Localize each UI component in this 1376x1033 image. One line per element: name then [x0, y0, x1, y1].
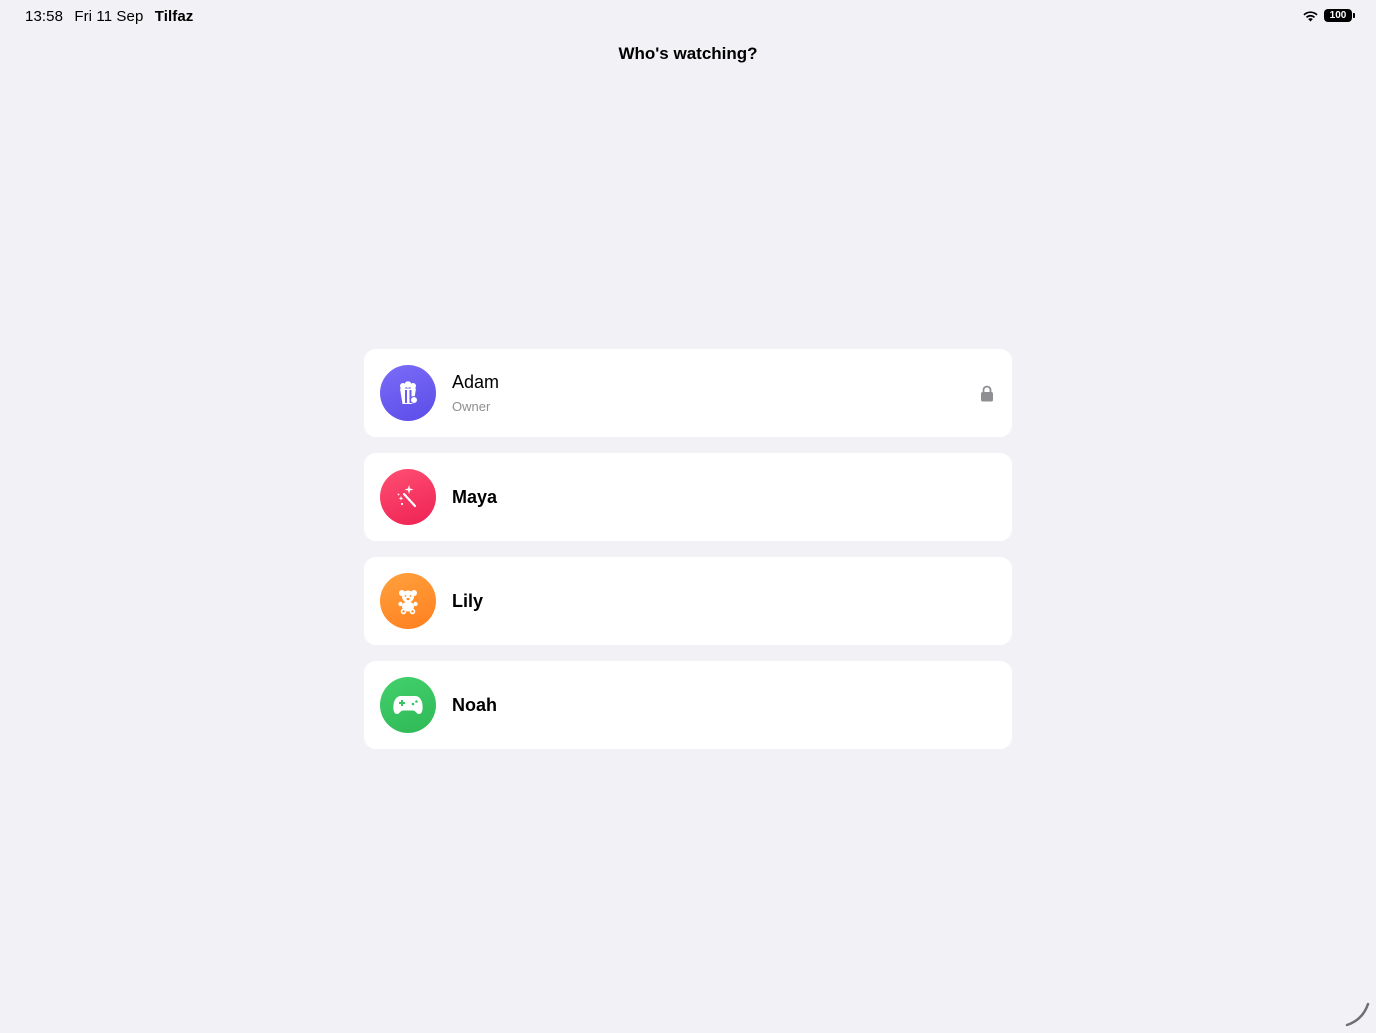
profile-text: Lily [452, 591, 483, 612]
status-right: 100 [1302, 9, 1355, 22]
profile-avatar [380, 469, 436, 525]
profile-row-noah[interactable]: Noah [364, 661, 1012, 749]
profile-row-lily[interactable]: Lily [364, 557, 1012, 645]
magic-wand-icon [394, 483, 422, 511]
profile-text: Noah [452, 695, 497, 716]
status-date: Fri 11 Sep [74, 8, 144, 25]
wifi-icon [1302, 9, 1319, 22]
profile-name: Maya [452, 486, 498, 507]
profile-name: Adam [452, 372, 500, 392]
profile-row-maya[interactable]: Maya [364, 453, 1012, 541]
status-left: 13:58 Fri 11 Sep Tilfaz [25, 8, 200, 25]
profile-name: Lily [452, 590, 484, 611]
popcorn-icon [394, 379, 422, 407]
status-bar: 13:58 Fri 11 Sep Tilfaz 100 [0, 0, 1376, 32]
teddy-bear-icon [394, 587, 422, 615]
battery-icon: 100 [1324, 9, 1355, 22]
profile-role: Owner [452, 399, 491, 414]
corner-indicator [1344, 1000, 1372, 1028]
profile-name: Noah [452, 694, 497, 715]
page-title: Who's watching? [618, 44, 758, 63]
profile-row-adam[interactable]: Adam Owner [364, 349, 1012, 437]
profile-avatar [380, 677, 436, 733]
profile-list: Adam Owner Maya Lily Noah [364, 349, 1012, 765]
profile-avatar [380, 573, 436, 629]
status-time: 13:58 [25, 8, 64, 25]
status-app-name: Tilfaz [154, 8, 194, 25]
gamepad-icon [392, 693, 424, 717]
lock-icon [980, 385, 994, 407]
profile-avatar [380, 365, 436, 421]
profile-text: Maya [452, 487, 497, 508]
profile-text: Adam Owner [452, 372, 499, 414]
